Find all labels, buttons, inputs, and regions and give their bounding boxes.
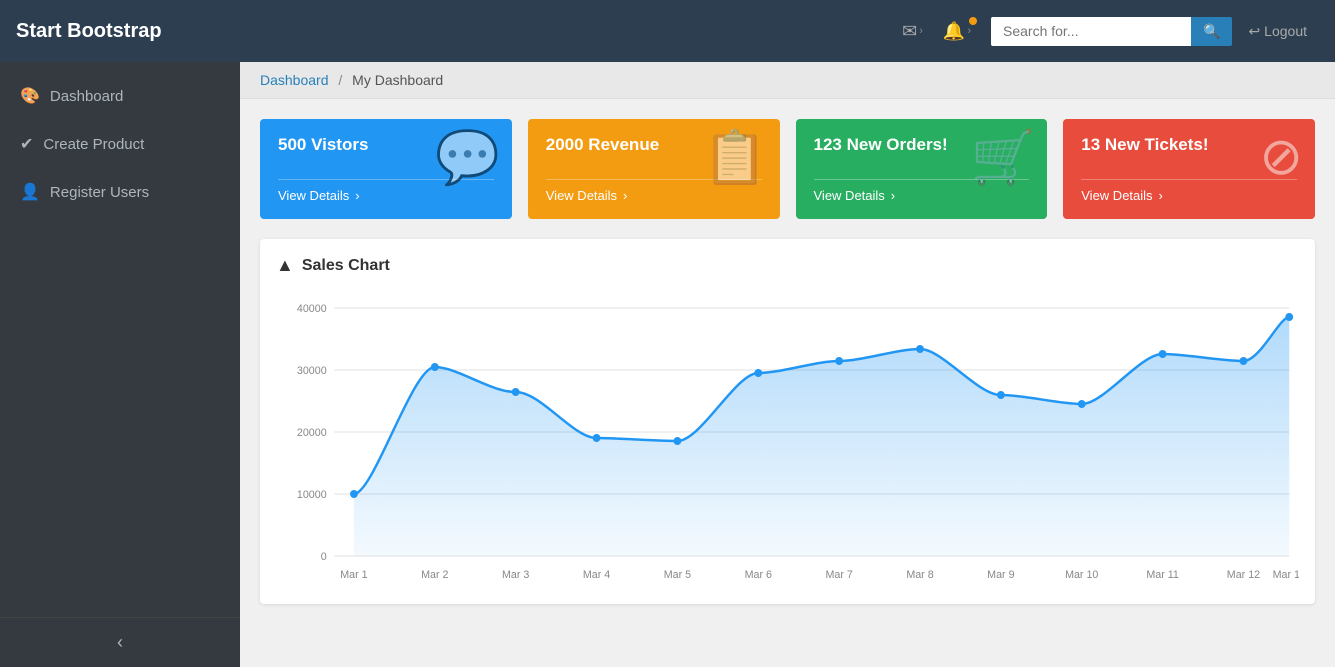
register-users-icon: 👤 [20,182,40,202]
chevron-right-icon: › [355,188,359,203]
stat-card-top: 123 New Orders! 🛒 [814,135,1030,155]
svg-text:Mar 7: Mar 7 [825,569,852,581]
stat-card-top: 13 New Tickets! ⊘ [1081,135,1297,155]
stat-card-title: 13 New Tickets! [1081,135,1208,155]
view-details-link[interactable]: View Details › [546,188,628,203]
logout-icon: ↩ [1248,23,1260,40]
svg-text:Mar 12: Mar 12 [1227,569,1260,581]
svg-text:30000: 30000 [297,365,327,377]
svg-text:0: 0 [321,551,327,563]
search-input[interactable] [991,17,1191,46]
stat-card-top: 500 Vistors 💬 [278,135,494,155]
svg-text:10000: 10000 [297,489,327,501]
breadcrumb-root[interactable]: Dashboard [260,72,329,88]
logout-button[interactable]: ↩ Logout [1236,17,1319,46]
view-details-link[interactable]: View Details › [278,188,360,203]
mail-icon: ✉ [902,21,917,42]
sidebar: 🎨 Dashboard ✔ Create Product 👤 Register … [0,62,240,667]
orders-icon: 🛒 [971,127,1036,188]
svg-text:Mar 11: Mar 11 [1146,569,1179,581]
dashboard-content: 500 Vistors 💬 View Details › 2000 Revenu… [240,99,1335,624]
search-button[interactable]: 🔍 [1191,17,1232,46]
view-details-link[interactable]: View Details › [814,188,896,203]
sales-chart-svg: 40000 30000 20000 10000 0 Mar 1 Mar 2 Ma… [276,288,1299,588]
svg-text:Mar 13: Mar 13 [1273,569,1299,581]
sidebar-item-create-product[interactable]: ✔ Create Product [0,120,240,168]
chevron-right-icon: › [891,188,895,203]
svg-text:Mar 4: Mar 4 [583,569,610,581]
stat-card-tickets[interactable]: 13 New Tickets! ⊘ View Details › [1063,119,1315,219]
sidebar-bottom: ‹ [0,617,240,667]
tickets-icon: ⊘ [1259,127,1303,187]
chart-title: Sales Chart [302,257,390,275]
svg-text:Mar 1: Mar 1 [340,569,367,581]
dashboard-icon: 🎨 [20,86,40,106]
mail-chevron-icon: › [919,25,923,37]
search-icon: 🔍 [1203,23,1220,39]
visitors-icon: 💬 [435,127,500,188]
stat-card-revenue[interactable]: 2000 Revenue 📋 View Details › [528,119,780,219]
sidebar-item-dashboard[interactable]: 🎨 Dashboard [0,72,240,120]
stat-cards: 500 Vistors 💬 View Details › 2000 Revenu… [260,119,1315,219]
stat-card-orders[interactable]: 123 New Orders! 🛒 View Details › [796,119,1048,219]
breadcrumb-separator: / [338,72,342,88]
svg-text:Mar 3: Mar 3 [502,569,529,581]
breadcrumb-current: My Dashboard [352,72,443,88]
stat-card-title: 500 Vistors [278,135,368,155]
svg-text:Mar 5: Mar 5 [664,569,691,581]
search-form: 🔍 [991,17,1232,46]
content-area: Dashboard / My Dashboard 500 Vistors 💬 V… [240,62,1335,667]
breadcrumb: Dashboard / My Dashboard [240,62,1335,99]
notification-badge [969,17,977,25]
svg-text:Mar 2: Mar 2 [421,569,448,581]
create-product-icon: ✔ [20,134,33,154]
sidebar-item-register-users[interactable]: 👤 Register Users [0,168,240,216]
mail-button[interactable]: ✉ › [894,15,931,48]
chevron-right-icon: › [623,188,627,203]
brand-title: Start Bootstrap [16,20,256,43]
svg-text:Mar 10: Mar 10 [1065,569,1098,581]
revenue-icon: 📋 [703,127,768,188]
stat-card-title: 2000 Revenue [546,135,659,155]
main-layout: 🎨 Dashboard ✔ Create Product 👤 Register … [0,62,1335,667]
view-details-link[interactable]: View Details › [1081,188,1163,203]
svg-text:40000: 40000 [297,303,327,315]
sidebar-item-label: Create Product [43,136,144,153]
bell-icon: 🔔 [943,21,965,42]
navbar: Start Bootstrap ✉ › 🔔 › 🔍 ↩ Logout [0,0,1335,62]
notifications-button[interactable]: 🔔 › [935,15,979,48]
chart-area: 40000 30000 20000 10000 0 Mar 1 Mar 2 Ma… [276,288,1299,588]
bell-chevron-icon: › [967,25,971,37]
stat-card-title: 123 New Orders! [814,135,948,155]
sidebar-item-label: Dashboard [50,88,123,105]
toggle-icon: ‹ [117,632,123,653]
svg-text:Mar 8: Mar 8 [906,569,933,581]
chevron-right-icon: › [1159,188,1163,203]
chart-icon: ▲ [276,255,294,276]
stat-card-visitors[interactable]: 500 Vistors 💬 View Details › [260,119,512,219]
chart-container: ▲ Sales Chart 40000 30000 20000 [260,239,1315,604]
stat-card-top: 2000 Revenue 📋 [546,135,762,155]
svg-text:Mar 9: Mar 9 [987,569,1014,581]
sidebar-toggle-button[interactable]: ‹ [0,618,240,667]
svg-text:20000: 20000 [297,427,327,439]
navbar-right: ✉ › 🔔 › 🔍 ↩ Logout [894,15,1319,48]
svg-text:Mar 6: Mar 6 [745,569,772,581]
chart-header: ▲ Sales Chart [276,255,1299,276]
sidebar-item-label: Register Users [50,184,149,201]
